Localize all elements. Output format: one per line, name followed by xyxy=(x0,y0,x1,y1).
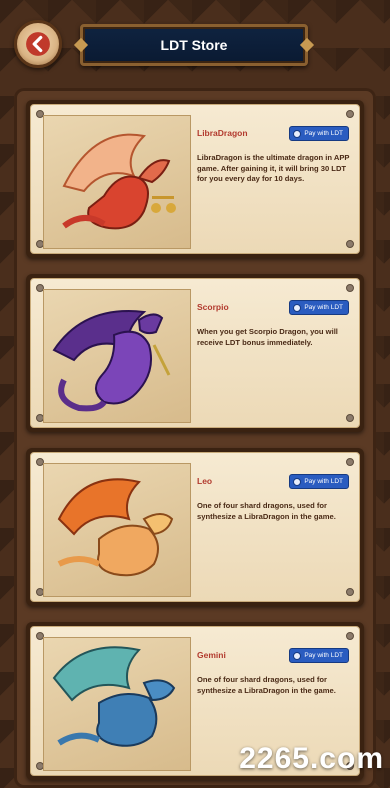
pay-with-ldt-button[interactable]: Pay with LDT xyxy=(289,648,349,663)
pay-with-ldt-button[interactable]: Pay with LDT xyxy=(289,474,349,489)
dragon-image xyxy=(43,463,191,597)
page-title-plate: LDT Store xyxy=(80,24,308,66)
dragon-description: LibraDragon is the ultimate dragon in AP… xyxy=(197,153,350,183)
pay-with-ldt-button[interactable]: Pay with LDT xyxy=(289,300,349,315)
dragon-description: When you get Scorpio Dragon, you will re… xyxy=(197,327,338,347)
dragon-image xyxy=(43,115,191,249)
pay-button-label: Pay with LDT xyxy=(304,304,343,311)
dragon-image xyxy=(43,637,191,771)
dragon-name: Scorpio xyxy=(197,302,229,312)
product-card-scorpio: Scorpio Pay with LDT When you get Scorpi… xyxy=(26,274,364,432)
dragon-description: One of four shard dragons, used for synt… xyxy=(197,675,336,695)
dragon-name: Gemini xyxy=(197,650,226,660)
pay-button-label: Pay with LDT xyxy=(304,130,343,137)
ldt-coin-icon xyxy=(293,129,302,138)
ldt-coin-icon xyxy=(293,477,302,486)
product-card-leo: Leo Pay with LDT One of four shard drago… xyxy=(26,448,364,606)
dragon-image xyxy=(43,289,191,423)
dragon-description: One of four shard dragons, used for synt… xyxy=(197,501,336,521)
watermark: 2265.com xyxy=(239,742,384,775)
pay-button-label: Pay with LDT xyxy=(304,478,343,485)
back-button[interactable] xyxy=(14,20,62,68)
product-card-libradragon: LibraDragon Pay with LDT LibraDragon is … xyxy=(26,100,364,258)
page-title: LDT Store xyxy=(160,37,228,53)
pay-button-label: Pay with LDT xyxy=(304,652,343,659)
ldt-coin-icon xyxy=(293,303,302,312)
dragon-name: LibraDragon xyxy=(197,128,248,138)
dragon-name: Leo xyxy=(197,476,213,486)
ldt-coin-icon xyxy=(293,651,302,660)
arrow-left-icon xyxy=(26,32,50,56)
pay-with-ldt-button[interactable]: Pay with LDT xyxy=(289,126,349,141)
